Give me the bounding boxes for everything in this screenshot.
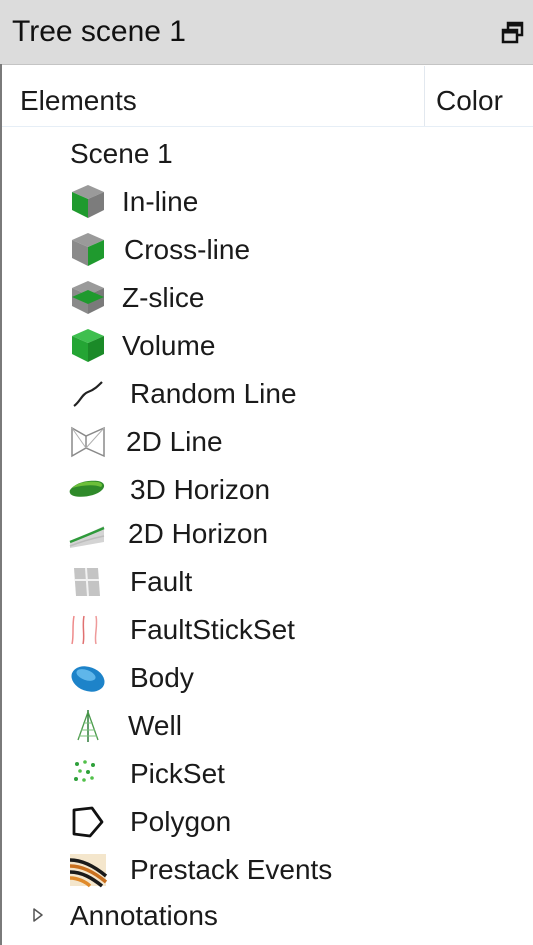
tree-item-label: Annotations <box>70 900 218 931</box>
tree-item-volume[interactable]: Volume <box>0 323 533 369</box>
tree-item-label: Volume <box>122 330 216 361</box>
column-header-color[interactable]: Color <box>436 84 503 118</box>
fault-icon <box>68 564 108 600</box>
tree-item-label: Well <box>128 710 182 741</box>
column-header-elements[interactable]: Elements <box>20 84 137 118</box>
tree-item-body[interactable]: Body <box>0 655 533 701</box>
tree-item-zslice[interactable]: Z-slice <box>0 275 533 321</box>
volume-icon <box>68 328 108 364</box>
faultstickset-icon <box>68 612 108 648</box>
tree-item-well[interactable]: Well <box>0 703 533 749</box>
panel-title: Tree scene 1 <box>12 15 186 48</box>
2d-horizon-icon <box>68 516 108 552</box>
3d-horizon-icon <box>68 472 108 508</box>
tree-item-crossline[interactable]: Cross-line <box>0 227 533 273</box>
tree-item-label: Body <box>130 662 194 693</box>
tree-item-random-line[interactable]: Random Line <box>0 371 533 417</box>
tree-item-2d-line[interactable]: 2D Line <box>0 419 533 465</box>
float-window-icon[interactable] <box>500 20 526 46</box>
zslice-icon <box>68 280 108 316</box>
expand-arrow-icon[interactable] <box>32 907 44 923</box>
tree-item-2d-horizon[interactable]: 2D Horizon <box>0 511 533 557</box>
tree-item-inline[interactable]: In-line <box>0 179 533 225</box>
tree-item-label: Prestack Events <box>130 854 333 885</box>
tree-item-pickset[interactable]: PickSet <box>0 751 533 797</box>
tree-item-label: Z-slice <box>122 282 205 313</box>
tree-item-label: PickSet <box>130 758 225 789</box>
tree-item-prestack-events[interactable]: Prestack Events <box>0 847 533 893</box>
tree-item-label: Polygon <box>130 806 232 837</box>
tree-item-label: In-line <box>122 186 199 217</box>
body-icon <box>68 660 108 696</box>
tree-item-label: 2D Line <box>126 426 223 457</box>
tree-item-label: 2D Horizon <box>128 518 269 549</box>
tree-item-label: Scene 1 <box>70 138 173 169</box>
tree-item-label: FaultStickSet <box>130 614 295 645</box>
tree-item-annotations[interactable]: Annotations <box>0 893 533 939</box>
polygon-icon <box>68 804 108 840</box>
column-divider[interactable] <box>424 66 425 126</box>
tree-item-faultstickset[interactable]: FaultStickSet <box>0 607 533 653</box>
tree-item-label: Fault <box>130 566 193 597</box>
panel-titlebar[interactable]: Tree scene 1 <box>0 0 533 65</box>
tree-item-label: Random Line <box>130 378 297 409</box>
tree-item-scene[interactable]: Scene 1 <box>0 131 533 177</box>
prestack-events-icon <box>68 852 108 888</box>
tree-item-label: Cross-line <box>124 234 251 265</box>
pickset-icon <box>68 756 108 792</box>
tree-item-3d-horizon[interactable]: 3D Horizon <box>0 467 533 513</box>
random-line-icon <box>68 376 108 412</box>
tree-item-polygon[interactable]: Polygon <box>0 799 533 845</box>
well-icon <box>68 708 108 744</box>
tree-scene-panel: Tree scene 1 Elements Color Scene 1 In-l… <box>0 0 533 945</box>
inline-icon <box>68 184 108 220</box>
crossline-icon <box>68 232 108 268</box>
2d-line-icon <box>68 424 108 460</box>
tree-item-fault[interactable]: Fault <box>0 559 533 605</box>
tree-item-label: 3D Horizon <box>130 474 271 505</box>
